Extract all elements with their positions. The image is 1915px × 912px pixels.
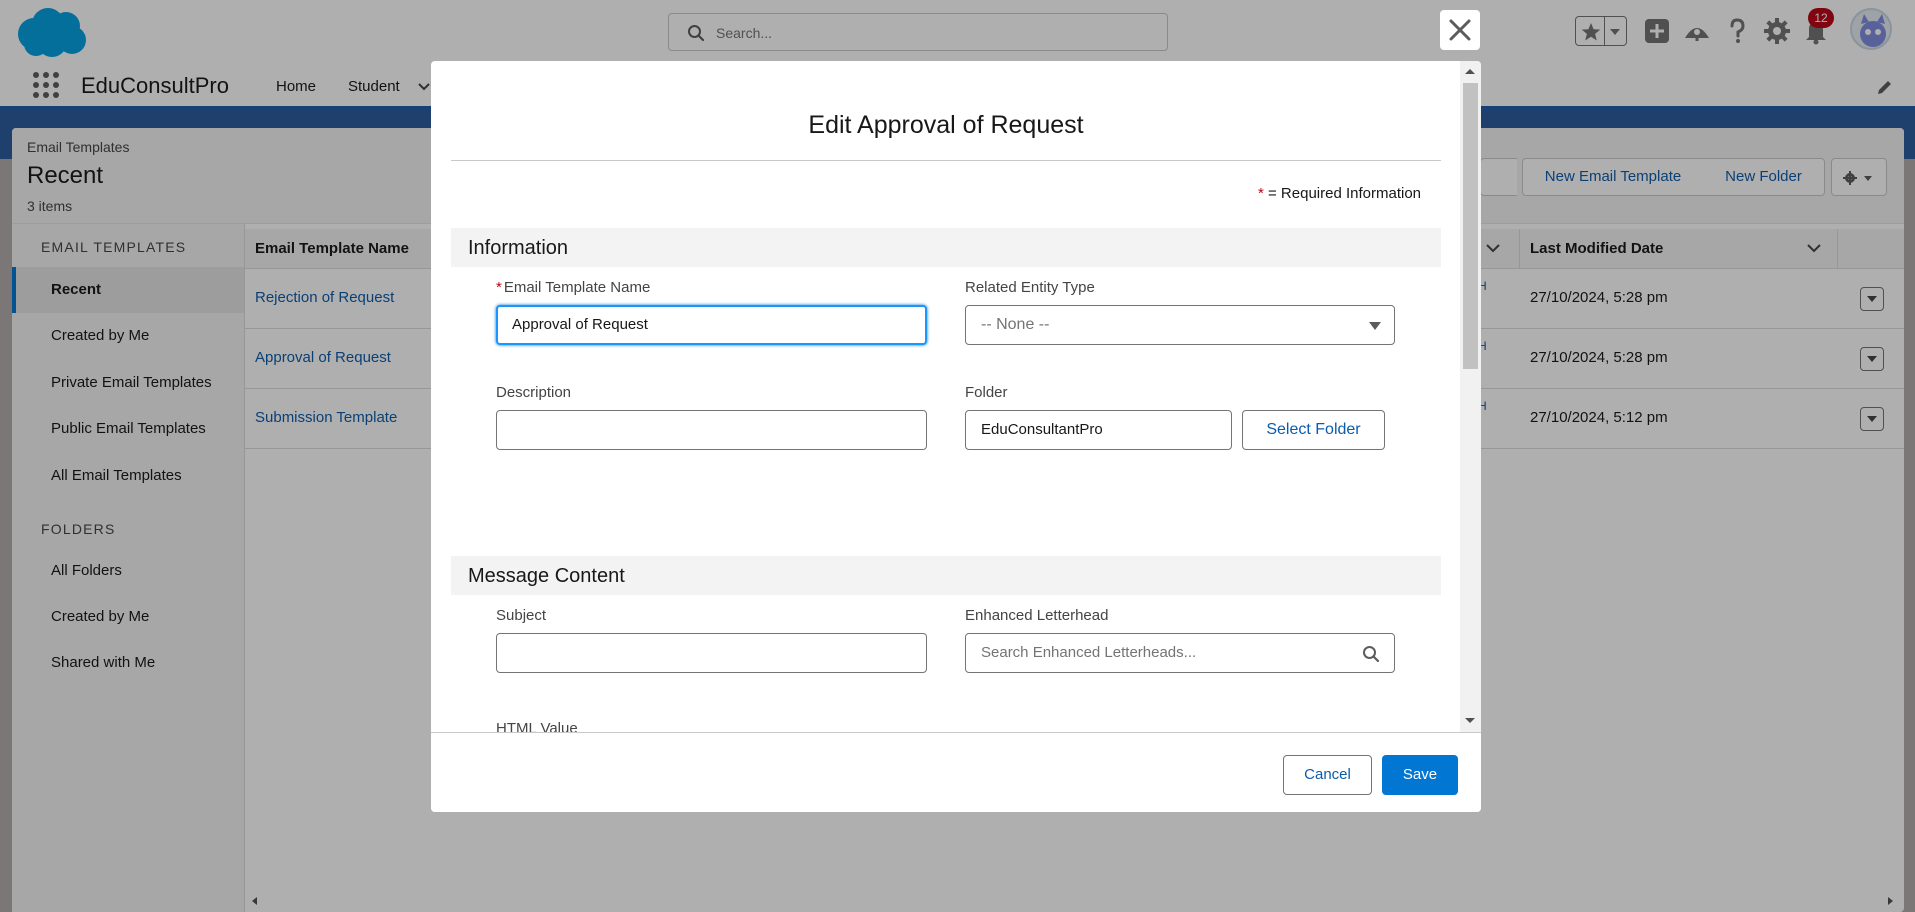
save-button[interactable]: Save [1382, 755, 1458, 795]
required-note-text: = Required Information [1263, 185, 1421, 202]
chevron-down-icon [1369, 322, 1381, 330]
modal-title: Edit Approval of Request [808, 111, 1084, 139]
section-message-content[interactable]: Message Content [451, 556, 1441, 595]
email-template-name-input[interactable]: Approval of Request [496, 305, 927, 345]
section-information[interactable]: Information [451, 228, 1441, 267]
section-title: Message Content [468, 565, 625, 587]
close-icon [1449, 19, 1471, 41]
email-template-name-label-text: Email Template Name [503, 279, 651, 296]
required-star: * [496, 279, 502, 296]
modal-body: Edit Approval of Request * = Required In… [431, 61, 1481, 732]
modal-scrollbar[interactable] [1460, 61, 1481, 732]
close-modal-button[interactable] [1440, 10, 1480, 50]
search-icon [1363, 646, 1380, 663]
required-info-note: * = Required Information [1258, 185, 1421, 202]
subject-label: Subject [496, 607, 547, 624]
folder-label: Folder [965, 384, 1008, 401]
section-title: Information [468, 237, 569, 259]
divider [451, 160, 1441, 161]
enhanced-letterhead-label: Enhanced Letterhead [965, 607, 1109, 624]
select-folder-button[interactable]: Select Folder [1242, 410, 1385, 450]
related-entity-type-value: -- None -- [981, 316, 1050, 333]
description-input[interactable] [496, 410, 927, 450]
folder-input[interactable]: EduConsultantPro [965, 410, 1232, 450]
subject-input[interactable] [496, 633, 927, 673]
enhanced-letterhead-placeholder: Search Enhanced Letterheads... [981, 644, 1197, 661]
html-value-label: HTML Value [496, 720, 578, 732]
scrollbar-thumb[interactable] [1463, 83, 1478, 369]
scroll-down-arrow[interactable] [1465, 718, 1475, 723]
scroll-up-arrow[interactable] [1465, 69, 1475, 74]
edit-template-modal: Edit Approval of Request * = Required In… [431, 61, 1481, 812]
cancel-button[interactable]: Cancel [1283, 755, 1372, 795]
related-entity-type-label: Related Entity Type [965, 279, 1095, 296]
related-entity-type-select[interactable]: -- None -- [965, 305, 1395, 345]
modal-footer: Cancel Save [431, 732, 1481, 812]
enhanced-letterhead-lookup[interactable]: Search Enhanced Letterheads... [965, 633, 1395, 673]
description-label: Description [496, 384, 572, 401]
email-template-name-label: * Email Template Name [496, 279, 650, 296]
